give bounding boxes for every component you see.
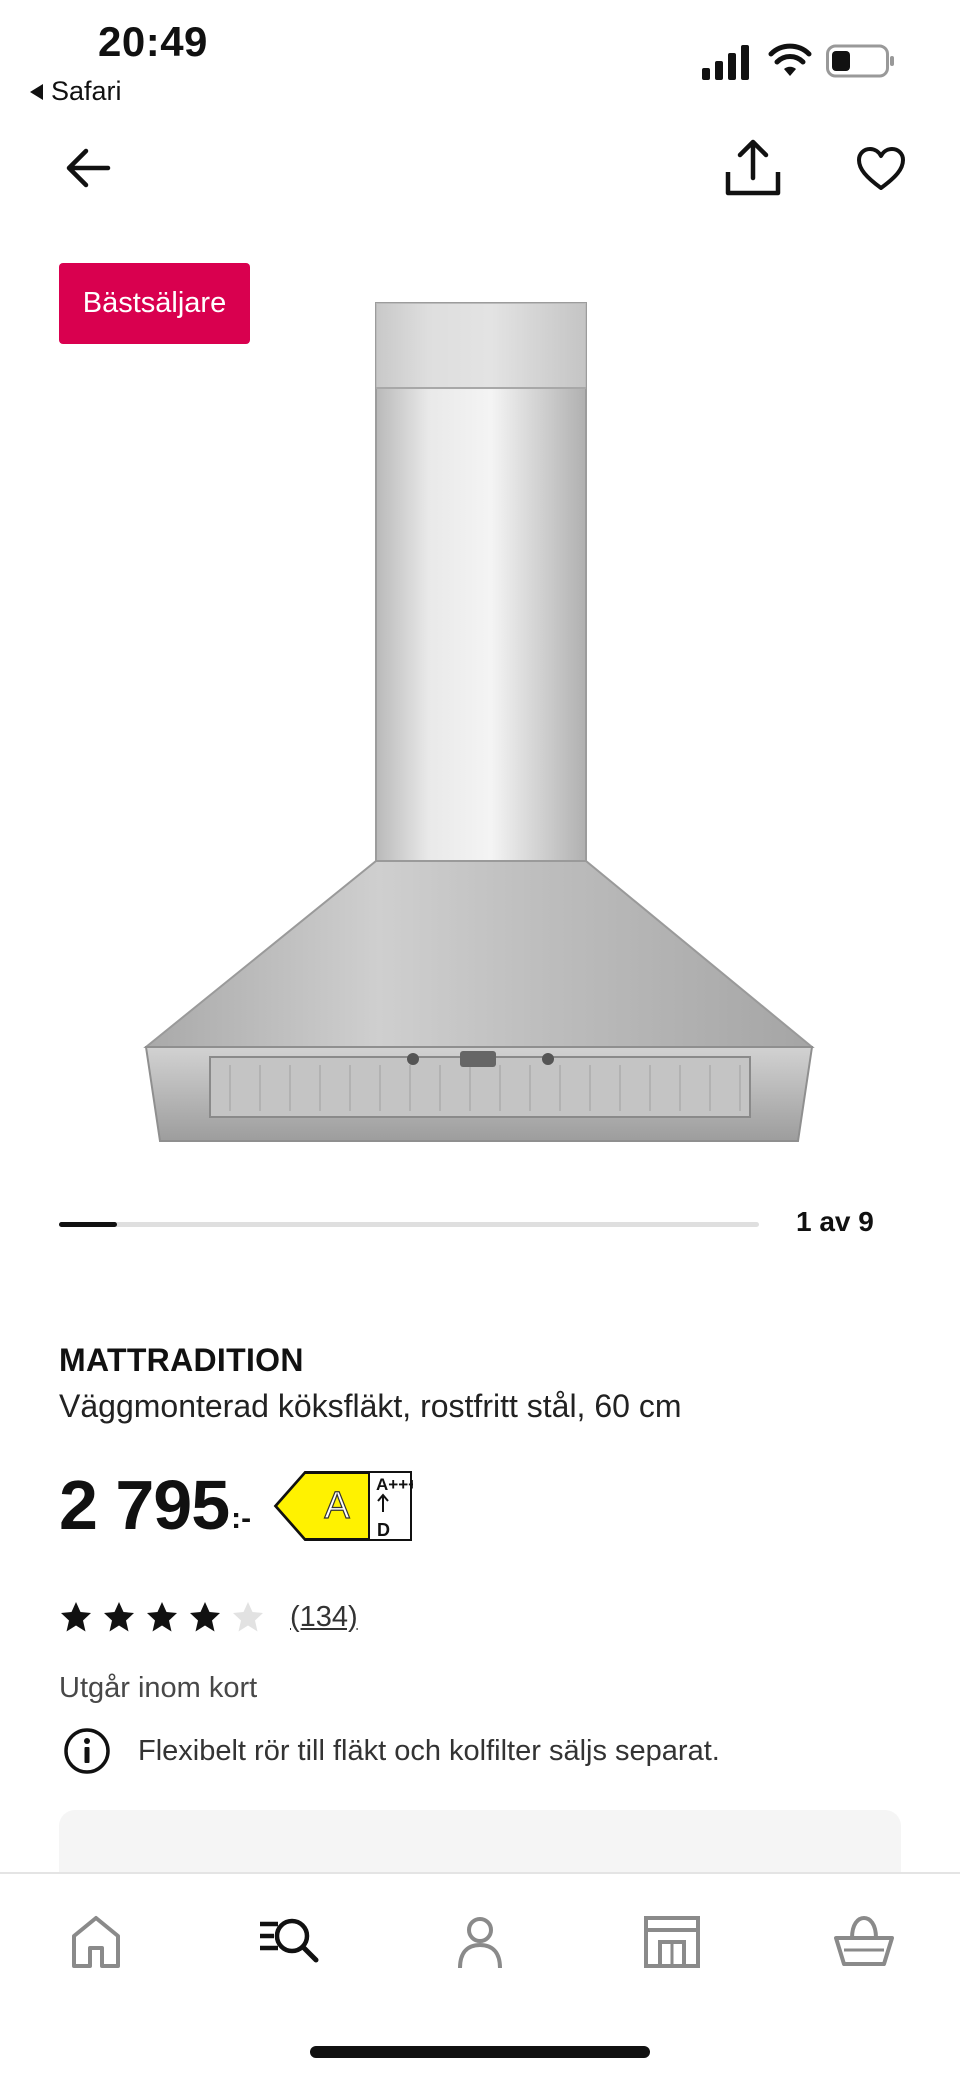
notice-row: Flexibelt rör till fläkt och kolfilter s… [62,1726,720,1776]
energy-scale-top: A+++ [376,1475,413,1494]
energy-class: A [324,1485,350,1527]
product-image[interactable] [140,295,820,1150]
search-icon [260,1918,319,1963]
arrow-left-icon [66,148,111,188]
account-icon [458,1917,502,1969]
energy-label[interactable]: A A+++ D [273,1470,413,1542]
back-triangle-icon [30,83,43,100]
price-amount: 2 795 [59,1466,230,1544]
review-count-link[interactable]: (134) [290,1601,358,1634]
product-price: 2 795 :- [59,1470,251,1540]
star-empty-icon [233,1602,263,1632]
cart-icon [834,1915,894,1966]
notice-text: Flexibelt rör till fläkt och kolfilter s… [138,1734,720,1767]
tab-cart[interactable] [832,1910,896,1974]
star-filled-icon [147,1602,177,1632]
store-icon [644,1916,700,1968]
energy-scale-bottom: D [377,1520,390,1540]
status-time: 20:49 [98,18,208,65]
gallery-progress-fill [59,1222,118,1227]
tab-account[interactable] [448,1910,512,1974]
product-description: Väggmonterad köksfläkt, rostfritt stål, … [59,1388,682,1424]
product-name: MATTRADITION [59,1342,304,1378]
gallery-counter: 1 av 9 [796,1206,874,1237]
tab-search[interactable] [256,1910,320,1974]
battery-icon [826,44,894,78]
home-indicator [310,2046,650,2058]
star-filled-icon [61,1602,91,1632]
star-filled-icon [190,1602,220,1632]
star-filled-icon [104,1602,134,1632]
back-app-label: Safari [51,76,122,106]
heart-icon [857,147,905,190]
availability-text: Utgår inom kort [59,1672,258,1704]
purchase-options-card [59,1810,901,1880]
tab-stores[interactable] [640,1910,704,1974]
product-rating[interactable]: (134) [59,1600,358,1634]
tab-home[interactable] [64,1910,128,1974]
info-icon [64,1728,110,1774]
home-icon [72,1916,120,1968]
price-suffix: :- [231,1502,252,1535]
cellular-signal-icon [702,45,749,80]
wifi-icon [768,43,812,76]
share-button[interactable] [724,138,782,198]
favorite-button[interactable] [856,146,906,192]
back-button[interactable] [62,142,114,194]
rating-stars [59,1600,274,1634]
share-icon [725,139,781,196]
gallery-progress-bar [59,1222,759,1227]
back-to-app-link[interactable]: Safari [30,76,122,107]
